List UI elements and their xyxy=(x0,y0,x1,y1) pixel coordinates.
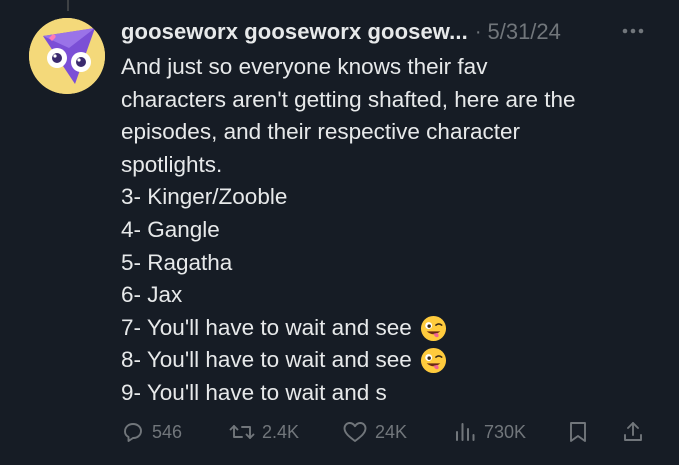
reply-count: 546 xyxy=(152,421,183,442)
reply-icon xyxy=(124,423,142,442)
like-icon xyxy=(343,422,367,442)
author-name[interactable]: gooseworx gooseworx goosew... xyxy=(121,19,468,45)
repost-icon xyxy=(229,425,255,439)
post-text-line: 5- Ragatha xyxy=(121,249,233,275)
post-text-line: 7- You'll have to wait and see xyxy=(121,312,661,345)
views-count: 730K xyxy=(484,421,527,442)
separator-dot: · xyxy=(474,20,482,43)
like-count: 24K xyxy=(375,421,408,442)
repost-count: 2.4K xyxy=(262,421,300,442)
reply-button[interactable]: 546 xyxy=(121,414,182,450)
share-icon xyxy=(624,422,642,441)
post-text-line: 6- Jax xyxy=(121,282,183,308)
avatar-image xyxy=(29,18,105,94)
post-text-line: spotlights. xyxy=(121,151,223,177)
post-text-line: 3- Kinger/Zooble xyxy=(121,184,288,210)
avatar[interactable] xyxy=(29,18,105,94)
post-text-line: 9- You'll have to wait and s xyxy=(121,379,387,405)
repost-button[interactable]: 2.4K xyxy=(229,414,299,450)
post-header: gooseworx gooseworx goosew... · 5/31/24 xyxy=(121,17,661,47)
post-date[interactable]: 5/31/24 xyxy=(487,19,560,45)
bookmark-icon xyxy=(570,422,586,442)
like-button[interactable]: 24K xyxy=(342,414,407,450)
views-button[interactable]: 730K xyxy=(453,414,526,450)
more-icon[interactable] xyxy=(619,19,647,43)
post-text: And just so everyone knows their fav cha… xyxy=(121,51,661,410)
bookmark-button[interactable] xyxy=(567,414,589,450)
post-text-line: 4- Gangle xyxy=(121,216,220,242)
post-text-line: And just so everyone knows their fav xyxy=(121,54,488,79)
post-text-line: characters aren't getting shafted, here … xyxy=(121,86,576,112)
action-bar: 546 2.4K 24K 730K xyxy=(121,414,651,450)
post-text-line: episodes, and their respective character xyxy=(121,119,520,145)
zany-face-emoji xyxy=(420,315,446,341)
zany-face-emoji xyxy=(420,348,446,374)
share-button[interactable] xyxy=(621,414,645,450)
thread-connector-line xyxy=(67,0,69,11)
post-text-line: 8- You'll have to wait and see xyxy=(121,344,661,377)
views-icon xyxy=(456,423,475,441)
